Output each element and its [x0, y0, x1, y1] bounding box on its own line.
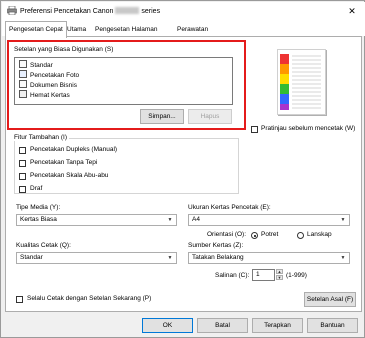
print-quality-select[interactable]: Standar ▼: [16, 252, 177, 264]
print-quality-label: Kualitas Cetak (Q):: [16, 242, 71, 249]
media-type-select[interactable]: Kertas Biasa ▼: [16, 214, 177, 226]
list-item[interactable]: Dokumen Bisnis: [19, 80, 77, 89]
list-item-label: Hemat Kertas: [30, 92, 70, 99]
media-type-value: Kertas Biasa: [20, 216, 57, 223]
preview-page: [277, 49, 326, 115]
copies-range: (1-999): [286, 272, 307, 279]
draft-checkbox[interactable]: [19, 186, 26, 193]
copies-increment-button[interactable]: ▲: [276, 269, 283, 274]
print-quality-value: Standar: [20, 254, 43, 261]
preview-checkbox[interactable]: [251, 126, 258, 133]
cancel-button[interactable]: Batal: [197, 318, 248, 333]
apply-button[interactable]: Terapkan: [252, 318, 303, 333]
grayscale-label: Pencetakan Skala Abu-abu: [30, 172, 109, 179]
borderless-checkbox[interactable]: [19, 160, 26, 167]
paper-size-value: A4: [192, 216, 200, 223]
chevron-down-icon: ▼: [167, 217, 173, 223]
ok-button[interactable]: OK: [142, 318, 193, 333]
list-item[interactable]: Hemat Kertas: [19, 90, 70, 99]
always-print-label: Selalu Cetak dengan Setelan Sekarang (P): [27, 295, 152, 302]
print-preview: [266, 47, 340, 116]
additional-features-label: Fitur Tambahan (I): [14, 134, 69, 141]
landscape-label: Lanskap: [307, 231, 332, 238]
window-title-prefix: Preferensi Pencetakan Canon: [20, 8, 114, 15]
common-settings-list[interactable]: Standar Pencetakan Foto Dokumen Bisnis H…: [14, 57, 233, 105]
window-title-suffix: series: [141, 8, 161, 15]
copies-value: 1: [256, 271, 260, 278]
paper-source-value: Tatakan Belakang: [192, 254, 244, 261]
chevron-down-icon: ▼: [340, 217, 346, 223]
tab-quick-setup[interactable]: Pengesetan Cepat: [5, 21, 67, 38]
list-item-label: Dokumen Bisnis: [30, 82, 77, 89]
paper-size-label: Ukuran Kertas Pencetak (E):: [188, 204, 271, 211]
always-print-checkbox[interactable]: [16, 296, 23, 303]
media-type-label: Tipe Media (Y):: [16, 204, 61, 211]
chevron-down-icon: ▼: [167, 255, 173, 261]
tab-page-setup[interactable]: Pengesetan Halaman: [92, 23, 161, 37]
window-title: Preferensi Pencetakan Canon series: [20, 7, 160, 15]
borderless-label: Pencetakan Tanpa Tepi: [30, 159, 98, 166]
orientation-label: Orientasi (O):: [207, 231, 247, 238]
paper-saving-icon: [19, 90, 27, 98]
document-icon: [19, 60, 27, 68]
defaults-button[interactable]: Setelan Asal (F): [304, 292, 356, 307]
list-item[interactable]: Pencetakan Foto: [19, 70, 79, 79]
paper-source-select[interactable]: Tatakan Belakang ▼: [188, 252, 350, 264]
paper-source-label: Sumber Kertas (Z):: [188, 242, 244, 249]
title-bar: Preferensi Pencetakan Canon series ✕: [2, 2, 365, 19]
close-icon: ✕: [348, 6, 356, 16]
landscape-radio[interactable]: [297, 232, 304, 239]
delete-button[interactable]: Hapus: [188, 109, 232, 124]
chevron-down-icon: ▼: [340, 255, 346, 261]
list-item-label: Pencetakan Foto: [30, 72, 80, 79]
portrait-radio[interactable]: [251, 232, 258, 239]
duplex-checkbox[interactable]: [19, 147, 26, 154]
copies-label: Salinan (C):: [215, 272, 250, 279]
duplex-label: Pencetakan Dupleks (Manual): [30, 146, 118, 153]
list-item[interactable]: Standar: [19, 60, 53, 69]
grayscale-checkbox[interactable]: [19, 173, 26, 180]
copies-decrement-button[interactable]: ▼: [276, 275, 283, 280]
tab-main[interactable]: Utama: [64, 23, 89, 37]
copies-input[interactable]: 1: [252, 269, 275, 281]
printer-app-icon: [7, 5, 17, 16]
photo-icon: [19, 70, 27, 78]
common-settings-label: Setelan yang Biasa Digunakan (S): [14, 46, 114, 53]
save-button[interactable]: Simpan...: [140, 109, 184, 124]
portrait-label: Potret: [261, 231, 279, 238]
list-item-label: Standar: [30, 62, 53, 69]
paper-size-select[interactable]: A4 ▼: [188, 214, 350, 226]
tab-maintenance[interactable]: Perawatan: [174, 23, 211, 37]
preview-checkbox-label: Pratinjau sebelum mencetak (W): [261, 125, 356, 132]
help-button[interactable]: Bantuan: [307, 318, 358, 333]
draft-label: Draf: [30, 185, 43, 192]
business-document-icon: [19, 80, 27, 88]
redacted-model-name: [115, 7, 140, 14]
tab-strip: Pengesetan Cepat Utama Pengesetan Halama…: [2, 19, 365, 38]
printer-preferences-window: Preferensi Pencetakan Canon series ✕ Peng…: [0, 0, 365, 338]
close-button[interactable]: ✕: [345, 4, 359, 18]
